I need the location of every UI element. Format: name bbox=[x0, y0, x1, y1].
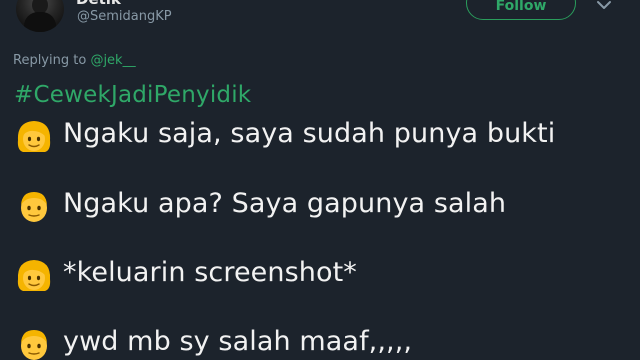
tweet-line-text: *keluarin screenshot* bbox=[63, 257, 357, 288]
tweet-card: Detik @SemidangKP Follow Replying to @je… bbox=[0, 0, 640, 360]
hashtag-link[interactable]: #CewekJadiPenyidik bbox=[14, 82, 251, 108]
tweet-line-text: ywd mb sy salah maaf,,,,, bbox=[63, 326, 413, 357]
follow-button-label: Follow bbox=[495, 0, 547, 14]
avatar[interactable] bbox=[16, 0, 64, 32]
chevron-down-icon[interactable] bbox=[596, 0, 612, 12]
follow-button[interactable]: Follow bbox=[466, 0, 576, 20]
replying-to: Replying to @jek__ bbox=[13, 53, 136, 68]
tweet-line-text: Ngaku saja, saya sudah punya bukti bbox=[63, 118, 556, 149]
woman-emoji-icon bbox=[17, 260, 51, 291]
user-handle[interactable]: @SemidangKP bbox=[77, 9, 172, 24]
avatar-body bbox=[24, 12, 56, 32]
replying-prefix: Replying to bbox=[13, 53, 91, 68]
tweet-line-text: Ngaku apa? Saya gapunya salah bbox=[63, 188, 507, 219]
man-emoji-icon bbox=[21, 330, 47, 360]
display-name[interactable]: Detik bbox=[76, 0, 121, 8]
man-emoji-icon bbox=[21, 192, 47, 222]
reply-mention-link[interactable]: @jek__ bbox=[90, 53, 135, 68]
woman-emoji-icon bbox=[17, 121, 51, 152]
